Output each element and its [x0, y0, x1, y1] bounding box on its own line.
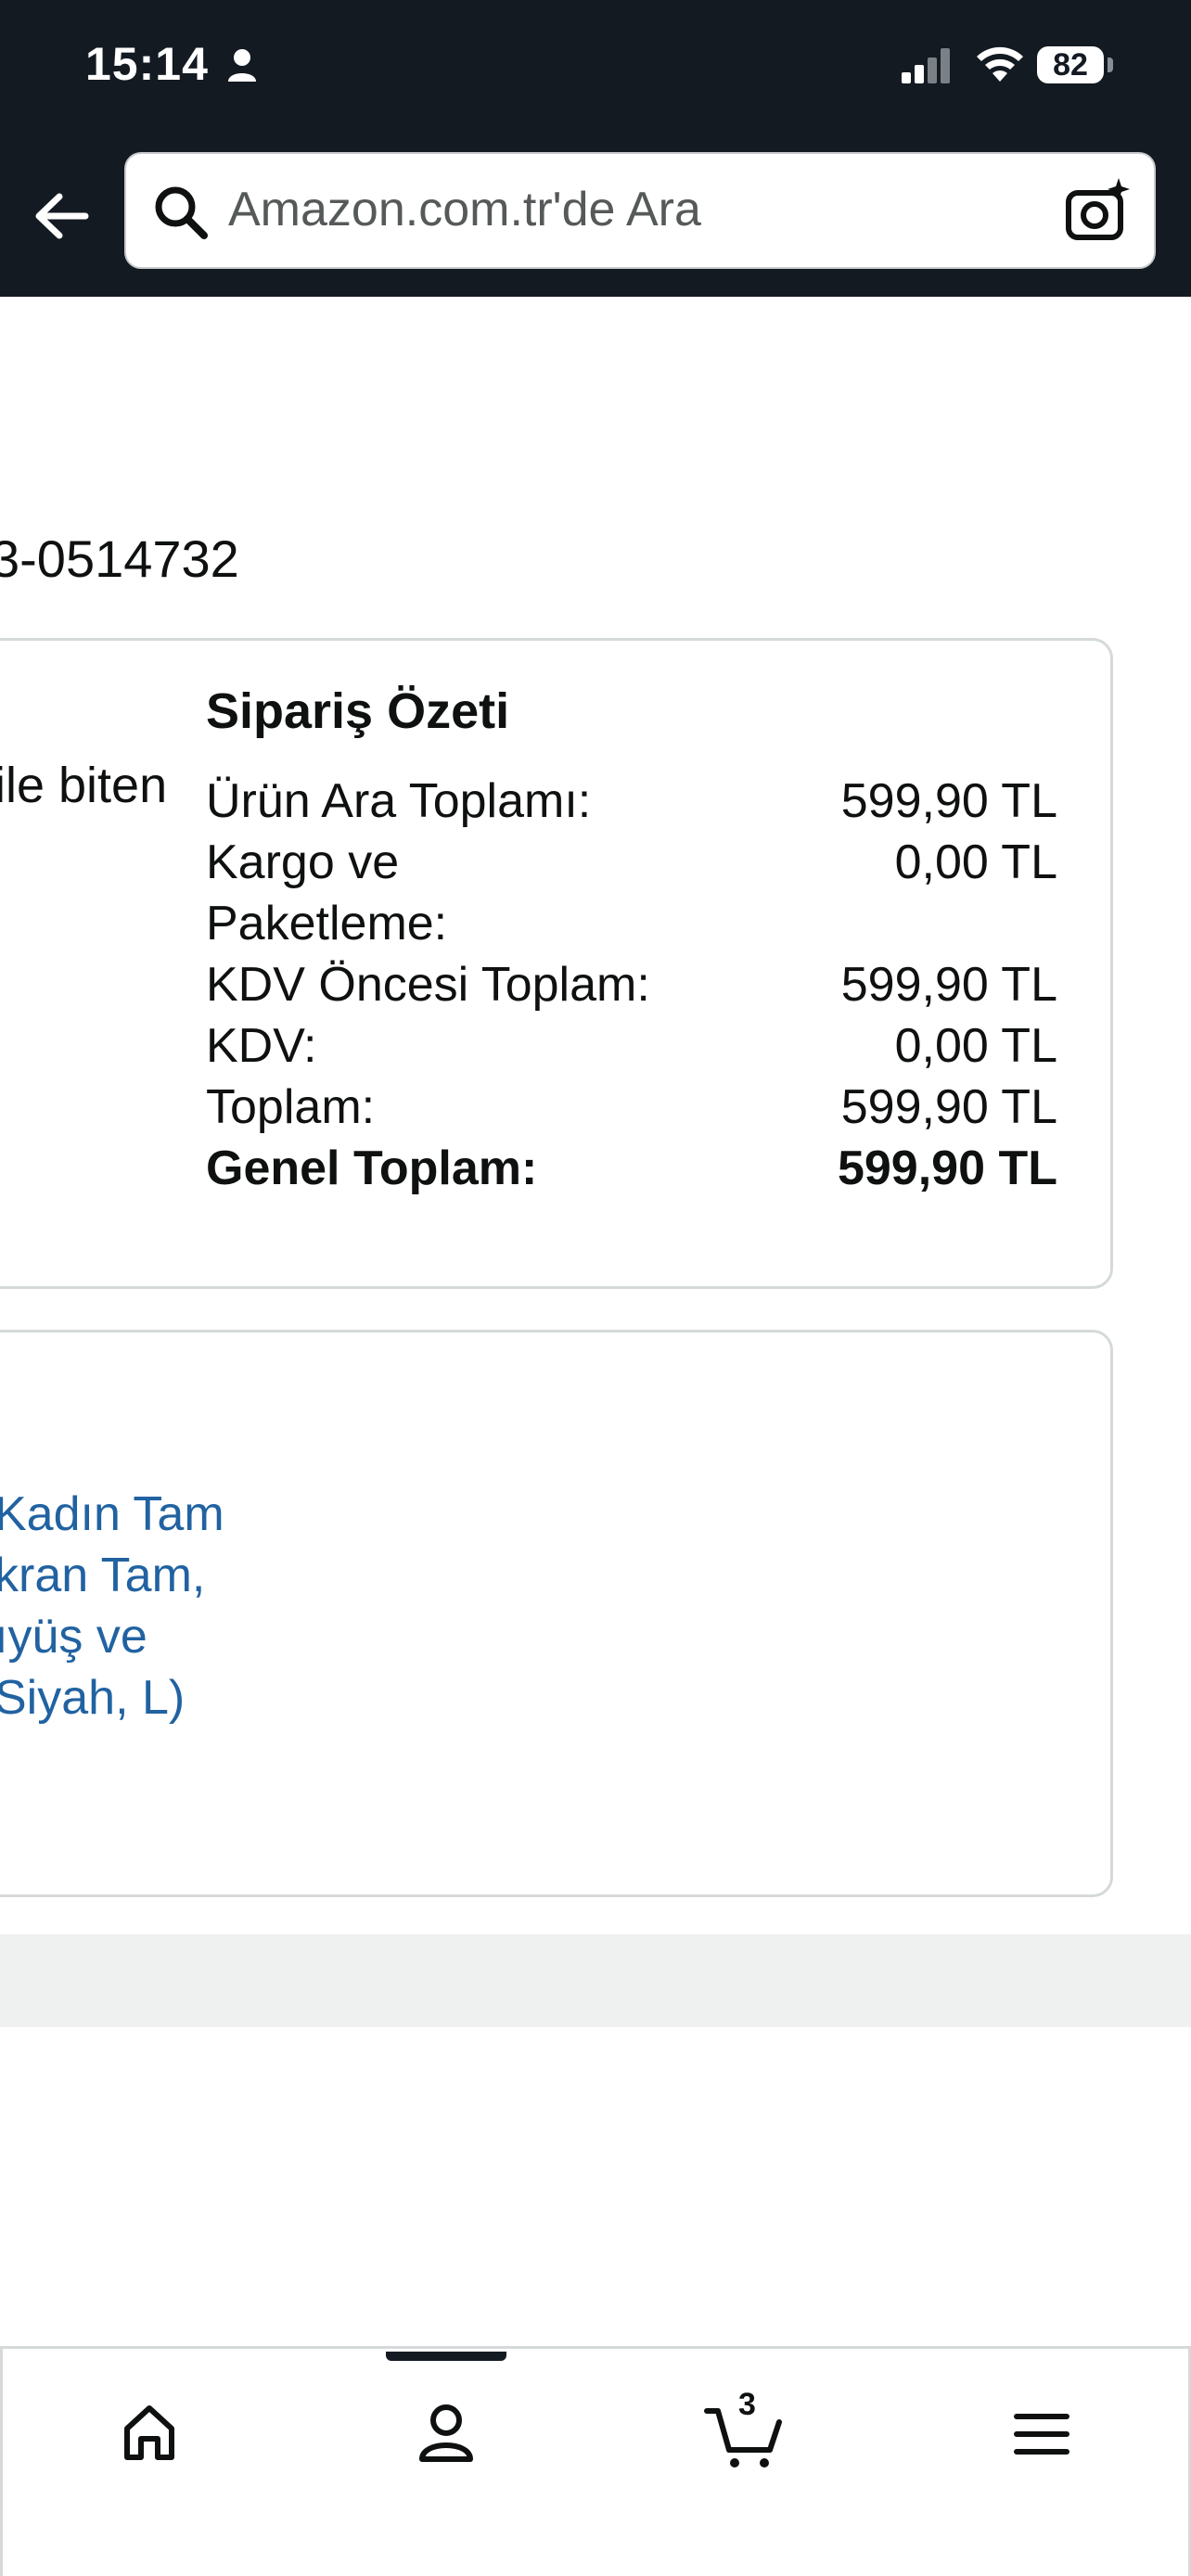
search-input[interactable]: [228, 182, 1044, 237]
summary-row-value: 599,90 TL: [840, 1080, 1057, 1134]
summary-row-label: Kargo ve: [206, 835, 400, 889]
summary-row-label: KDV:: [206, 1019, 317, 1073]
nav-menu-button[interactable]: [991, 2383, 1093, 2485]
status-time: 15:14: [85, 38, 209, 90]
search-bar[interactable]: [124, 152, 1156, 269]
home-icon: [124, 2405, 174, 2460]
active-tab-indicator: [386, 2352, 506, 2361]
summary-row-label: KDV Öncesi Toplam:: [206, 958, 650, 1012]
summary-row-value: 0,00 TL: [894, 835, 1057, 889]
hamburger-menu-icon: [1014, 2414, 1069, 2455]
summary-row-value: 599,90 TL: [840, 958, 1057, 1012]
order-summary-title: Sipariş Özeti: [206, 683, 510, 739]
grand-total-label: Genel Toplam:: [206, 1141, 538, 1195]
cellular-signal-icon: [900, 46, 955, 88]
search-icon: [152, 184, 210, 246]
user-icon: [419, 2404, 473, 2462]
wifi-icon: [974, 41, 1026, 88]
grand-total-value: 599,90 TL: [837, 1141, 1057, 1195]
summary-row-value: 599,90 TL: [840, 774, 1057, 828]
back-button[interactable]: [28, 182, 96, 250]
nav-cart-button[interactable]: 3: [694, 2383, 796, 2485]
battery-level: 82: [1053, 47, 1088, 83]
nav-home-button[interactable]: [98, 2383, 200, 2485]
product-title-line[interactable]: Kadın Tam: [0, 1484, 365, 1545]
person-icon: [226, 48, 258, 86]
product-title-link[interactable]: Kadın Tam kran Tam, ıyüş ve Siyah, L): [0, 1484, 365, 1728]
product-title-line[interactable]: Siyah, L): [0, 1667, 365, 1728]
summary-row-label: Ürün Ara Toplamı:: [206, 774, 592, 828]
cart-count-badge: 3: [738, 2387, 756, 2422]
section-divider: [0, 1934, 1191, 2027]
battery-indicator: 82: [1037, 46, 1113, 83]
camera-search-icon[interactable]: [1063, 176, 1132, 249]
product-title-line[interactable]: ıyüş ve: [0, 1606, 365, 1667]
summary-row-label-cont: Paketleme:: [206, 897, 448, 950]
product-title-line[interactable]: kran Tam,: [0, 1545, 365, 1606]
summary-row-label: Toplam:: [206, 1080, 376, 1134]
summary-row-value: 0,00 TL: [894, 1019, 1057, 1073]
order-number: 3-0514732: [0, 529, 239, 588]
payment-card-ending: ile biten: [0, 758, 168, 813]
nav-account-button[interactable]: [395, 2383, 497, 2485]
